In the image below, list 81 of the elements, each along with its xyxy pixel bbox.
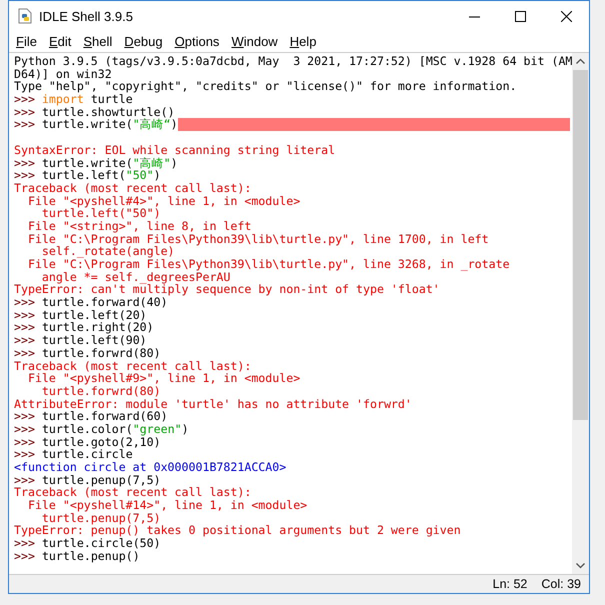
prompt-text: >>> xyxy=(14,321,35,334)
menu-item[interactable]: Debug xyxy=(119,34,168,49)
code-text: turtle.circle(50) xyxy=(42,537,161,550)
code-text: turtle xyxy=(90,93,133,106)
error-text: angle *= self._degreesPerAU xyxy=(40,270,230,284)
prompt-text: >>> xyxy=(14,334,35,347)
prompt-text: >>> xyxy=(14,346,35,360)
error-text: Traceback (most recent call last): xyxy=(14,360,252,372)
maximize-icon[interactable] xyxy=(514,10,526,22)
code-text: turtle.write( xyxy=(42,156,133,170)
prompt-text: >>> xyxy=(14,537,35,550)
menu-item[interactable]: Help xyxy=(284,34,322,49)
menu-item[interactable]: Window xyxy=(226,34,283,49)
prompt-text: >>> xyxy=(14,422,35,436)
error-text: Traceback (most recent call last): xyxy=(14,182,252,195)
menu-item[interactable]: Shell xyxy=(78,34,118,49)
code-text: turtle.forwrd(80) xyxy=(42,346,161,360)
prompt-text: >>> xyxy=(14,448,35,462)
prompt-text: >>> xyxy=(14,296,35,309)
code-text: turtle.forward(40) xyxy=(42,296,168,309)
string-literal: "green" xyxy=(132,422,182,436)
output-text: D64)] on win32 xyxy=(14,68,112,80)
error-text: File "C:\Program Files\Python39\lib\turtle.py", line 1700, in left xyxy=(26,232,489,246)
error-text: File "<pyshell#14>", line 1, in <module> xyxy=(26,499,308,512)
error-text: File "<pyshell#4>", line 1, in <module> xyxy=(26,194,300,208)
prompt-text: >>> xyxy=(14,106,35,118)
error-text: turtle.left("50") xyxy=(40,207,161,220)
error-text: TypeError: can't multiply sequence by non-int of type 'float' xyxy=(14,283,440,296)
python-file-icon xyxy=(17,8,33,24)
menu-item[interactable]: File xyxy=(11,34,42,49)
error-text: SyntaxError: EOL while scanning string literal xyxy=(14,144,336,157)
prompt-text: >>> xyxy=(14,156,35,170)
code-text: ) xyxy=(170,118,178,132)
code-text: turtle.write( xyxy=(42,118,133,132)
prompt-text: >>> xyxy=(14,410,35,423)
code-text: turtle.penup() xyxy=(42,550,140,563)
prompt-text: >>> xyxy=(14,169,35,182)
output-text: Python 3.9.5 (tags/v3.9.5:0a7dcbd, May 3 2021, 17:27:52) [MSC v.1928 64 bit (AM xyxy=(14,55,572,68)
error-text: AttributeError: module 'turtle' has no attribute 'forwrd' xyxy=(14,398,412,410)
string-literal: "高崎“ xyxy=(132,118,171,132)
error-text: File "<pyshell#9>", line 1, in <module> xyxy=(26,372,300,385)
output-text: Type "help", "copyright", "credits" or "license()" for more information. xyxy=(14,80,517,94)
code-text: ) xyxy=(182,422,189,436)
code-text: turtle.penup(7,5) xyxy=(42,474,161,486)
code-text: turtle.goto(2,10) xyxy=(42,436,161,448)
error-text: turtle.forwrd(80) xyxy=(40,384,161,398)
keyword-text: import xyxy=(42,93,84,106)
error-text: turtle.penup(7,5) xyxy=(40,512,161,524)
prompt-text: >>> xyxy=(14,550,35,563)
code-text: turtle.showturtle() xyxy=(42,106,175,118)
string-literal: "高崎" xyxy=(132,156,171,170)
code-text: turtle.left(20) xyxy=(42,308,147,322)
window-title: IDLE Shell 3.9.5 xyxy=(39,8,134,24)
error-text: File "C:\Program Files\Python39\lib\turtle.py", line 3268, in _rotate xyxy=(26,258,510,271)
error-text: self._rotate(angle) xyxy=(40,245,175,258)
string-literal: "50" xyxy=(126,169,154,182)
column-number-status: Col: 39 xyxy=(541,577,581,591)
code-text: ) xyxy=(170,156,178,170)
code-text: turtle.left(90) xyxy=(42,334,147,347)
scroll-down-icon[interactable] xyxy=(576,563,585,569)
code-text: ) xyxy=(154,169,161,182)
prompt-text: >>> xyxy=(14,93,35,106)
scrollbar-thumb[interactable] xyxy=(573,70,588,420)
prompt-text: >>> xyxy=(14,118,35,132)
code-text: turtle.color( xyxy=(42,422,133,436)
code-text: turtle.circle xyxy=(42,448,133,462)
output-text: <function circle at 0x000001B7821ACCA0> xyxy=(14,461,286,474)
menu-item[interactable]: Edit xyxy=(44,34,76,49)
error-text: Traceback (most recent call last): xyxy=(14,486,252,500)
menu-item[interactable]: Options xyxy=(170,34,224,49)
scroll-up-icon[interactable] xyxy=(576,58,585,64)
prompt-text: >>> xyxy=(14,474,35,486)
error-text: File "<string>", line 8, in left xyxy=(26,220,252,233)
line-number-status: Ln: 52 xyxy=(492,577,528,591)
prompt-text: >>> xyxy=(14,436,35,448)
code-text: turtle.forward(60) xyxy=(42,410,168,423)
code-text: turtle.right(20) xyxy=(42,321,154,334)
error-text: TypeError: penup() takes 0 positional arguments but 2 were given xyxy=(14,524,461,538)
close-icon[interactable] xyxy=(560,10,572,22)
prompt-text: >>> xyxy=(14,308,35,322)
code-text: turtle.left( xyxy=(42,169,126,182)
